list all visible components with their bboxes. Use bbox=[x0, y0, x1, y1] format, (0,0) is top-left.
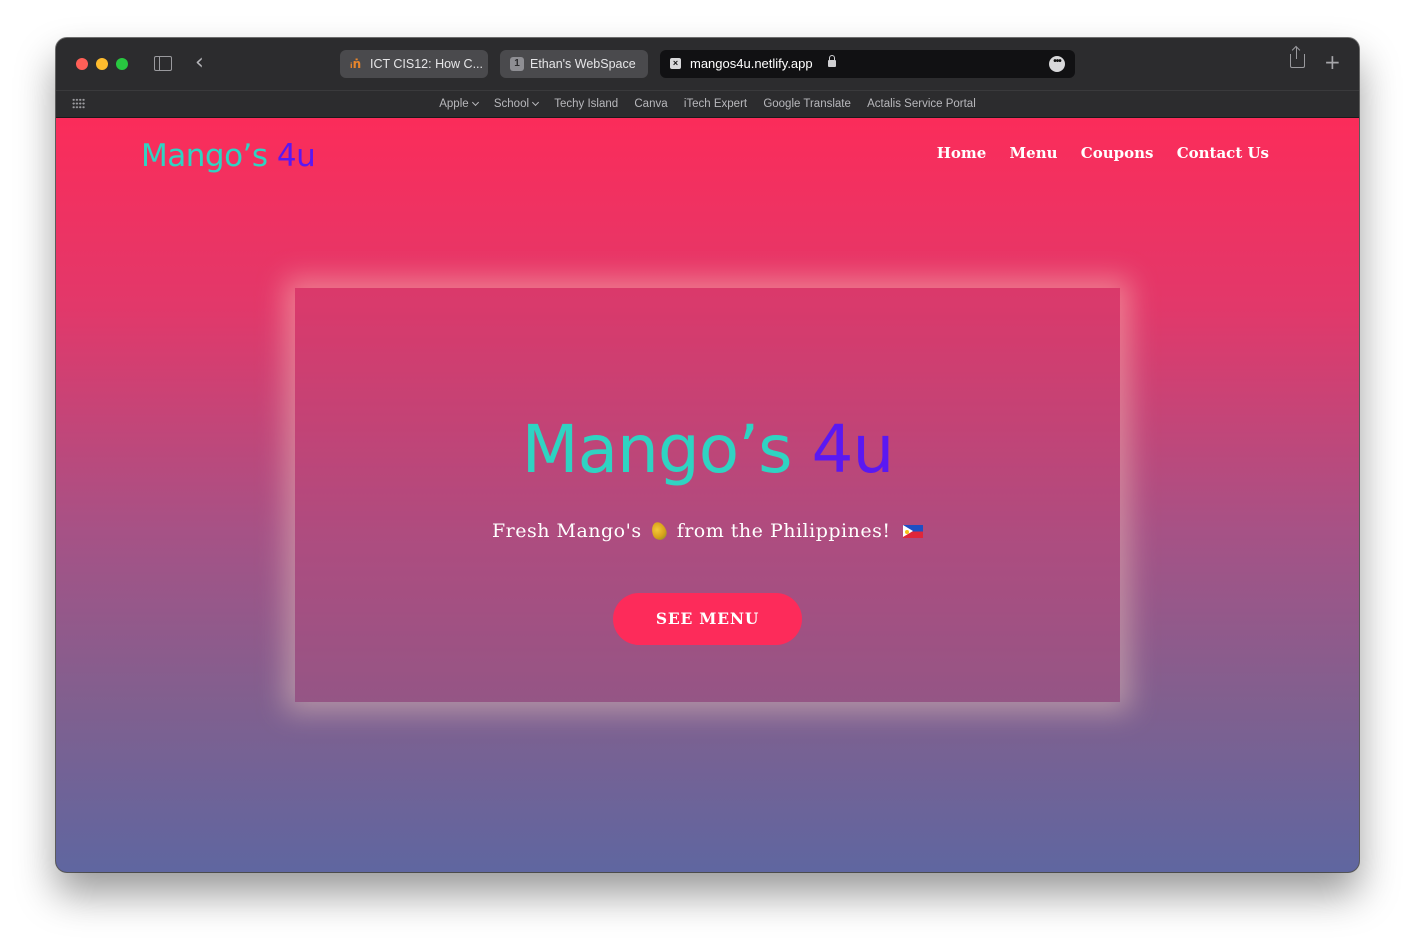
bookmark-label: Apple bbox=[439, 98, 469, 110]
bookmarks-bar: Apple School Techy Island Canva iTech Ex… bbox=[56, 90, 1359, 118]
hero-title-secondary: 4u bbox=[811, 411, 895, 488]
tab-label: Ethan's WebSpace bbox=[530, 57, 636, 71]
chevron-down-icon bbox=[531, 98, 540, 107]
philippines-flag-icon bbox=[903, 525, 924, 538]
bookmark-itech-expert[interactable]: iTech Expert bbox=[684, 91, 747, 117]
nav-home[interactable]: Home bbox=[937, 144, 987, 162]
bookmark-apple[interactable]: Apple bbox=[439, 91, 479, 117]
nav-contact-us[interactable]: Contact Us bbox=[1177, 144, 1269, 162]
hero-subtitle: Fresh Mango's from the Philippines! bbox=[295, 520, 1120, 542]
back-arrow-icon[interactable]: ‹ bbox=[195, 52, 204, 74]
hero-title-primary: Mango’s bbox=[521, 411, 793, 488]
hero-subtitle-after: from the Philippines! bbox=[676, 520, 891, 542]
new-tab-plus-icon[interactable]: + bbox=[1324, 50, 1341, 74]
site-favicon-icon: × bbox=[670, 58, 681, 69]
nav-menu[interactable]: Menu bbox=[1010, 144, 1058, 162]
zoom-window-button[interactable] bbox=[116, 58, 128, 70]
hero-card: Mango’s 4u Fresh Mango's from the Philip… bbox=[295, 288, 1120, 702]
moodle-icon: ᵢṅ bbox=[350, 57, 362, 71]
logo-text-secondary: 4u bbox=[276, 138, 316, 174]
main-nav: Home Menu Coupons Contact Us bbox=[919, 144, 1269, 162]
see-menu-button[interactable]: SEE MENU bbox=[613, 593, 802, 645]
address-bar[interactable]: × mangos4u.netlify.app ••• bbox=[660, 50, 1075, 78]
minimize-window-button[interactable] bbox=[96, 58, 108, 70]
mango-icon bbox=[649, 520, 669, 542]
bookmark-school[interactable]: School bbox=[493, 91, 540, 117]
browser-toolbar: ‹ ᵢṅ ICT CIS12: How C... 1 Ethan's WebSp… bbox=[56, 38, 1359, 90]
address-url: mangos4u.netlify.app bbox=[690, 56, 813, 71]
bookmarks-list: Apple School Techy Island Canva iTech Ex… bbox=[56, 91, 1359, 117]
tab-ict-cis12[interactable]: ᵢṅ ICT CIS12: How C... bbox=[340, 50, 488, 78]
site-logo[interactable]: Mango’s 4u bbox=[141, 136, 316, 176]
sidebar-toggle-icon[interactable] bbox=[154, 56, 172, 71]
more-options-icon[interactable]: ••• bbox=[1049, 56, 1065, 72]
tab-label: ICT CIS12: How C... bbox=[370, 57, 483, 71]
share-icon[interactable] bbox=[1290, 47, 1305, 68]
chevron-down-icon bbox=[471, 98, 479, 107]
hero-title: Mango’s 4u bbox=[295, 410, 1120, 490]
tab-group-icon: 1 bbox=[510, 57, 524, 71]
bookmark-label: School bbox=[493, 98, 530, 110]
bookmark-actalis[interactable]: Actalis Service Portal bbox=[867, 91, 976, 117]
nav-coupons[interactable]: Coupons bbox=[1081, 144, 1154, 162]
bookmark-google-translate[interactable]: Google Translate bbox=[763, 91, 851, 117]
bookmark-canva[interactable]: Canva bbox=[634, 91, 667, 117]
close-window-button[interactable] bbox=[76, 58, 88, 70]
logo-text-primary: Mango’s bbox=[141, 138, 268, 174]
tab-ethans-webspace[interactable]: 1 Ethan's WebSpace bbox=[500, 50, 648, 78]
lock-icon bbox=[828, 55, 836, 67]
browser-window: ‹ ᵢṅ ICT CIS12: How C... 1 Ethan's WebSp… bbox=[56, 38, 1359, 872]
bookmark-techy-island[interactable]: Techy Island bbox=[554, 91, 618, 117]
hero-subtitle-before: Fresh Mango's bbox=[491, 520, 642, 542]
web-page: Mango’s 4u Home Menu Coupons Contact Us … bbox=[56, 118, 1359, 872]
